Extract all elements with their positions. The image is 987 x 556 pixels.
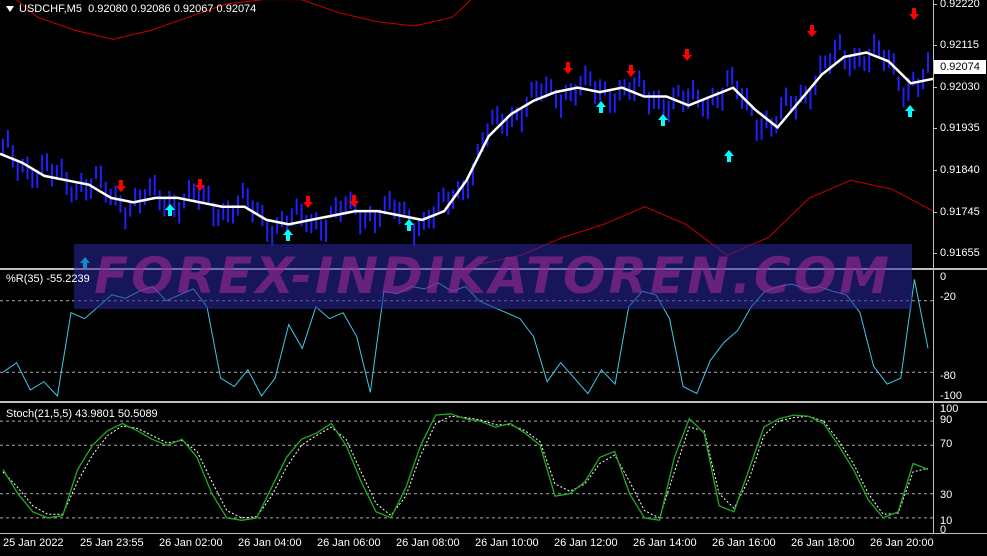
price-label: 0.92220 (940, 0, 980, 10)
wpr-chart-svg (0, 279, 933, 398)
stoch-signal-line (2, 415, 929, 519)
sell-arrow-icon (303, 196, 313, 208)
price-chart-svg (0, 0, 933, 268)
price-pane[interactable]: USDCHF,M5 0.92080 0.92086 0.92067 0.9207… (0, 0, 933, 268)
price-tick (933, 212, 937, 213)
stoch-pane[interactable]: Stoch(21,5,5) 43.9801 50.5089 (0, 404, 933, 533)
stoch-level-label: 90 (940, 414, 953, 426)
price-label: 0.91745 (940, 206, 980, 218)
time-label: 26 Jan 12:00 (554, 537, 618, 549)
buy-arrow-icon (658, 114, 668, 126)
stoch-chart-svg (0, 413, 933, 522)
stoch-level-label: 70 (940, 438, 953, 450)
time-label: 26 Jan 02:00 (159, 537, 223, 549)
time-label: 26 Jan 18:00 (791, 537, 855, 549)
wpr-level-label: 0 (940, 271, 947, 283)
time-label: 26 Jan 16:00 (712, 537, 776, 549)
price-tick (933, 170, 937, 171)
stoch-title: Stoch(21,5,5) 43.9801 50.5089 (6, 408, 158, 420)
price-label: 0.92115 (940, 39, 979, 51)
wpr-line (2, 279, 929, 398)
time-label: 26 Jan 04:00 (238, 537, 302, 549)
wpr-level-label: -100 (940, 390, 963, 402)
wpr-level-label: -20 (940, 291, 956, 303)
buy-arrow-icon (80, 257, 90, 268)
time-label: 25 Jan 23:55 (80, 537, 144, 549)
price-tick (933, 45, 937, 46)
lower-band-line (479, 179, 933, 265)
dropdown-triangle-icon[interactable] (6, 6, 14, 13)
price-scale[interactable] (933, 0, 987, 533)
buy-arrow-icon (905, 105, 915, 117)
stoch-main-line (2, 413, 929, 522)
sell-arrow-icon (909, 8, 919, 20)
buy-arrow-icon (724, 150, 734, 162)
time-label: 26 Jan 14:00 (633, 537, 697, 549)
time-label: 25 Jan 2022 (3, 537, 64, 549)
price-tick (933, 4, 937, 5)
price-tick (933, 253, 937, 254)
sell-arrow-icon (682, 49, 692, 61)
current-price-label: 0.92074 (934, 60, 986, 74)
price-label: 0.91935 (940, 122, 980, 134)
chart-window[interactable]: USDCHF,M5 0.92080 0.92086 0.92067 0.9207… (0, 0, 987, 555)
buy-arrow-icon (596, 101, 606, 113)
buy-arrow-icon (283, 229, 293, 241)
wpr-title: %R(35) -55.2239 (6, 273, 90, 285)
price-label: 0.92030 (940, 81, 980, 93)
pane-separator[interactable] (0, 401, 987, 403)
stoch-level-label: 30 (940, 489, 953, 501)
time-label: 26 Jan 20:00 (870, 537, 934, 549)
price-label: 0.91840 (940, 164, 980, 176)
sell-arrow-icon (807, 25, 817, 37)
time-label: 26 Jan 08:00 (396, 537, 460, 549)
price-tick (933, 87, 937, 88)
buy-arrow-icon (404, 219, 414, 231)
sell-arrow-icon (116, 180, 126, 192)
ohlc-readout: 0.92080 0.92086 0.92067 0.92074 (88, 3, 257, 15)
price-tick (933, 128, 937, 129)
wpr-level-label: -80 (940, 370, 956, 382)
wpr-pane[interactable]: %R(35) -55.2239 (0, 270, 933, 401)
sell-arrow-icon (563, 62, 573, 74)
symbol-label: USDCHF,M5 (19, 3, 82, 15)
sell-arrow-icon (626, 65, 636, 77)
time-label: 26 Jan 10:00 (475, 537, 539, 549)
time-label: 26 Jan 06:00 (317, 537, 381, 549)
price-label: 0.91655 (940, 247, 980, 259)
symbol-title: USDCHF,M5 0.92080 0.92086 0.92067 0.9207… (6, 3, 256, 15)
